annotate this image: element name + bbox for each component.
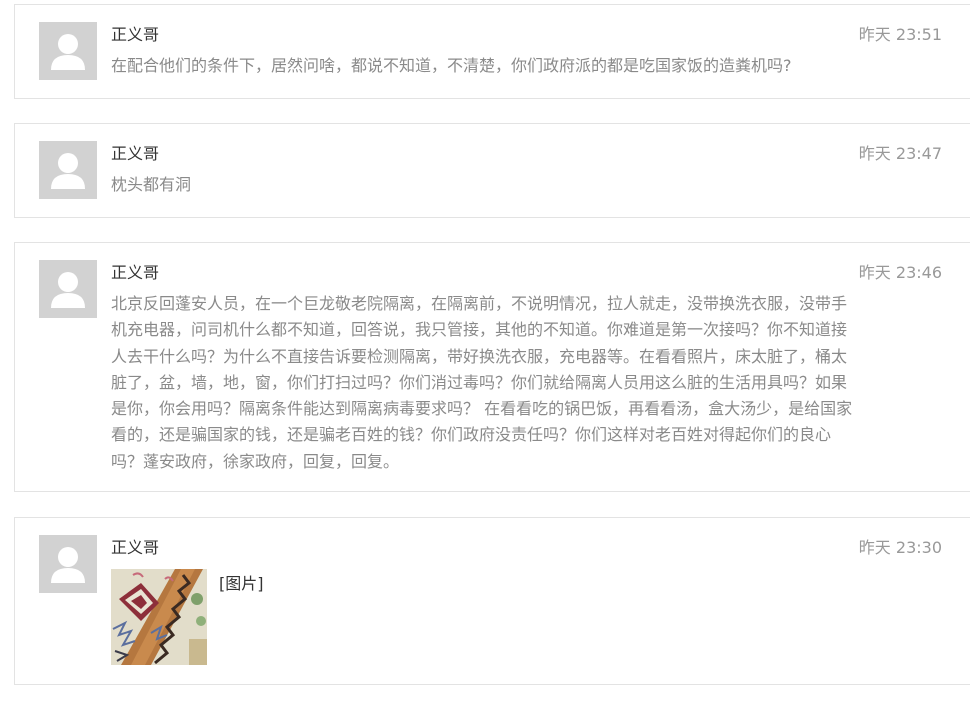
username[interactable]: 正义哥 bbox=[111, 262, 159, 284]
comment-list: 正义哥 昨天 23:51 在配合他们的条件下，居然问啥，都说不知道，不清楚，你们… bbox=[0, 0, 970, 705]
comment-text: 北京反回蓬安人员，在一个巨龙敬老院隔离，在隔离前，不说明情况，拉人就走，没带换洗… bbox=[111, 294, 853, 471]
user-silhouette-icon bbox=[51, 34, 85, 70]
avatar[interactable] bbox=[39, 535, 97, 593]
user-silhouette-icon bbox=[51, 153, 85, 189]
username[interactable]: 正义哥 bbox=[111, 537, 159, 559]
comment-item: 正义哥 昨天 23:30 [图片] bbox=[14, 517, 970, 685]
username[interactable]: 正义哥 bbox=[111, 143, 159, 165]
avatar[interactable] bbox=[39, 141, 97, 199]
timestamp: 昨天 23:30 bbox=[858, 538, 942, 557]
fabric-photo-image bbox=[111, 569, 207, 665]
comment-item: 正义哥 昨天 23:47 枕头都有洞 bbox=[14, 123, 970, 218]
timestamp: 昨天 23:51 bbox=[858, 25, 942, 44]
avatar[interactable] bbox=[39, 22, 97, 80]
comment-text: 枕头都有洞 bbox=[111, 175, 192, 194]
user-silhouette-icon bbox=[51, 547, 85, 583]
comment-text: 在配合他们的条件下，居然问啥，都说不知道，不清楚，你们政府派的都是吃国家饭的造粪… bbox=[111, 56, 792, 75]
user-silhouette-icon bbox=[51, 272, 85, 308]
image-thumbnail[interactable] bbox=[111, 569, 207, 665]
comment-item: 正义哥 昨天 23:51 在配合他们的条件下，居然问啥，都说不知道，不清楚，你们… bbox=[14, 4, 970, 99]
timestamp: 昨天 23:47 bbox=[858, 144, 942, 163]
timestamp: 昨天 23:46 bbox=[858, 263, 942, 282]
avatar[interactable] bbox=[39, 260, 97, 318]
comment-item: 正义哥 昨天 23:46 北京反回蓬安人员，在一个巨龙敬老院隔离，在隔离前，不说… bbox=[14, 242, 970, 492]
image-label: [图片] bbox=[219, 574, 264, 593]
username[interactable]: 正义哥 bbox=[111, 24, 159, 46]
